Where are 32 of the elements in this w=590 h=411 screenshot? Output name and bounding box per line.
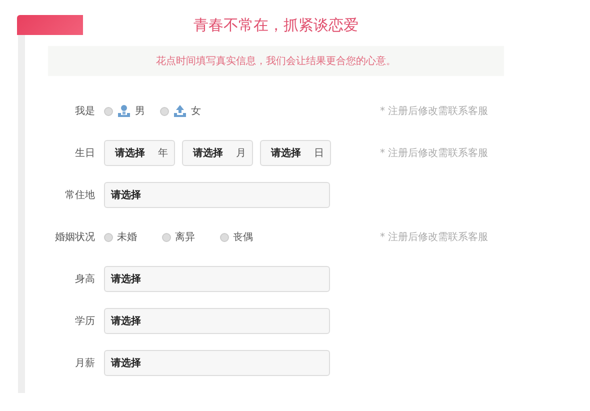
notice-text: 花点时间填写真实信息，我们会让结果更合您的心意。 [156, 54, 396, 68]
select-field[interactable]: 请选择 [104, 182, 330, 208]
field-label: 学历 [74, 315, 95, 328]
radio-button[interactable] [160, 106, 169, 116]
radio-button[interactable] [162, 232, 171, 242]
date-select[interactable]: 请选择 月 [182, 140, 253, 166]
hint-text: * 注册后修改需联系客服 [380, 230, 488, 244]
hint-text: * 注册后修改需联系客服 [380, 104, 488, 118]
page-title: 青春不常在，抓紧谈恋爱 [194, 16, 358, 36]
upload-person-icon [173, 104, 187, 118]
field-label: 生日 [74, 146, 95, 160]
radio-button[interactable] [104, 106, 113, 116]
radio-button[interactable] [104, 232, 113, 242]
date-select[interactable]: 请选择 年 [104, 140, 175, 166]
person-icon [117, 104, 131, 118]
date-select[interactable]: 请选择 日 [260, 140, 331, 166]
field-label: 婚姻状况 [54, 230, 95, 244]
radio-option[interactable]: 丧偶 [220, 230, 253, 244]
hint-text: * 注册后修改需联系客服 [380, 146, 488, 160]
radio-option[interactable]: 女 [160, 104, 201, 118]
field-label: 我是 [74, 104, 95, 118]
radio-option[interactable]: 男 [104, 104, 145, 118]
select-field[interactable]: 请选择 [104, 266, 330, 292]
ribbon [17, 15, 83, 35]
radio-button[interactable] [220, 232, 229, 242]
radio-option[interactable]: 离异 [162, 230, 195, 244]
select-field[interactable]: 请选择 [104, 308, 330, 334]
radio-option[interactable]: 未婚 [104, 230, 137, 244]
field-label: 常住地 [64, 188, 95, 202]
field-label: 月薪 [74, 356, 95, 370]
field-label: 身高 [74, 272, 95, 286]
select-field[interactable]: 请选择 [104, 350, 330, 376]
